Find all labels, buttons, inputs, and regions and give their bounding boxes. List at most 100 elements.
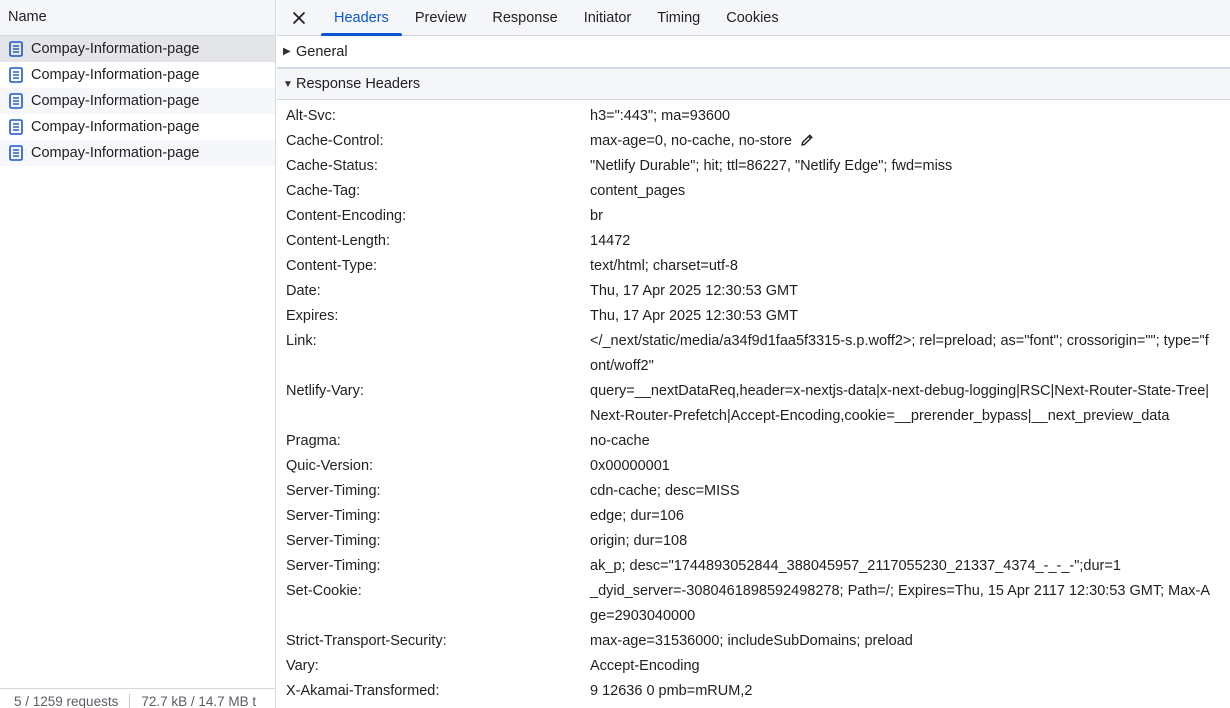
request-row[interactable]: Compay-Information-page xyxy=(0,88,275,114)
header-row: Content-Encoding: br xyxy=(277,204,1230,229)
header-name: Set-Cookie: xyxy=(286,583,362,599)
document-icon xyxy=(9,145,23,161)
header-name: Link: xyxy=(286,333,317,349)
header-value: max-age=0, no-cache, no-store xyxy=(590,129,1215,154)
response-headers-list: Alt-Svc: h3=":443"; ma=93600 Cache-Contro… xyxy=(277,100,1230,704)
request-name: Compay-Information-page xyxy=(31,41,200,57)
header-value: max-age=31536000; includeSubDomains; pre… xyxy=(590,633,913,649)
header-row: Server-Timing: cdn-cache; desc=MISS xyxy=(277,479,1230,504)
tab-response[interactable]: Response xyxy=(479,0,570,35)
header-value: edge; dur=106 xyxy=(590,508,684,524)
request-row[interactable]: Compay-Information-page xyxy=(0,62,275,88)
header-name: Server-Timing: xyxy=(286,483,381,499)
header-name: X-Akamai-Transformed: xyxy=(286,683,440,699)
header-value: text/html; charset=utf-8 xyxy=(590,258,738,274)
status-divider xyxy=(129,693,131,708)
collapse-triangle-icon: ▼ xyxy=(283,78,293,90)
header-row: Content-Length: 14472 xyxy=(277,229,1230,254)
header-name: Pragma: xyxy=(286,433,341,449)
document-icon xyxy=(9,67,23,83)
header-row: Cache-Tag: content_pages xyxy=(277,179,1230,204)
header-value: h3=":443"; ma=93600 xyxy=(590,108,731,124)
request-name: Compay-Information-page xyxy=(31,67,200,83)
header-name: Cache-Tag: xyxy=(286,183,361,199)
header-row: Netlify-Vary: query=__nextDataReq,header=… xyxy=(277,379,1230,429)
header-name: Strict-Transport-Security: xyxy=(286,633,447,649)
header-row: Link: </_next/static/media/a34f9d1faa5f33… xyxy=(277,329,1230,379)
tab-headers[interactable]: Headers xyxy=(321,0,402,36)
header-row: Quic-Version: 0x00000001 xyxy=(277,454,1230,479)
tab-preview[interactable]: Preview xyxy=(402,0,480,35)
request-row[interactable]: Compay-Information-page xyxy=(0,140,275,166)
header-value: cdn-cache; desc=MISS xyxy=(590,483,740,499)
response-headers-section-toggle[interactable]: ▼ Response Headers xyxy=(277,68,1230,100)
document-icon xyxy=(9,119,23,135)
header-row: Set-Cookie: _dyid_server=-308046189859249… xyxy=(277,579,1230,629)
header-row: Cache-Status: "Netlify Durable"; hit; ttl… xyxy=(277,154,1230,179)
header-value: origin; dur=108 xyxy=(590,533,688,549)
header-row: X-Akamai-Transformed: 9 12636 0 pmb=mRUM,… xyxy=(277,679,1230,704)
header-value: no-cache xyxy=(590,433,650,449)
header-row: Cache-Control: max-age=0, no-cache, no-st… xyxy=(277,129,1230,154)
transferred-size: 72.7 kB / 14.7 MB t xyxy=(141,694,257,708)
header-row: Server-Timing: edge; dur=106 xyxy=(277,504,1230,529)
pencil-icon[interactable] xyxy=(800,133,814,147)
document-icon xyxy=(9,93,23,109)
header-name: Vary: xyxy=(286,658,319,674)
tab-timing[interactable]: Timing xyxy=(644,0,713,35)
header-name: Quic-Version: xyxy=(286,458,374,474)
header-name: Server-Timing: xyxy=(286,533,381,549)
header-value-text: max-age=0, no-cache, no-store xyxy=(590,133,792,149)
close-details-button[interactable] xyxy=(277,0,321,35)
tab-cookies[interactable]: Cookies xyxy=(713,0,791,35)
header-row: Content-Type: text/html; charset=utf-8 xyxy=(277,254,1230,279)
header-name: Content-Encoding: xyxy=(286,208,407,224)
header-name: Netlify-Vary: xyxy=(286,383,364,399)
header-name: Cache-Status: xyxy=(286,158,378,174)
header-row: Server-Timing: ak_p; desc="1744893052844_… xyxy=(277,554,1230,579)
header-row: Date: Thu, 17 Apr 2025 12:30:53 GMT xyxy=(277,279,1230,304)
request-name: Compay-Information-page xyxy=(31,145,200,161)
response-headers-section-title: Response Headers xyxy=(296,76,421,92)
header-value: _dyid_server=-3080461898592498278; Path=… xyxy=(590,583,1211,624)
name-column-header[interactable]: Name xyxy=(0,0,275,36)
request-name: Compay-Information-page xyxy=(31,93,200,109)
header-name: Expires: xyxy=(286,308,339,324)
general-section-toggle[interactable]: ▶ General xyxy=(277,36,1230,68)
header-name: Content-Type: xyxy=(286,258,378,274)
header-name: Date: xyxy=(286,283,321,299)
tab-initiator[interactable]: Initiator xyxy=(571,0,645,35)
header-value: Accept-Encoding xyxy=(590,658,700,674)
header-row: Strict-Transport-Security: max-age=315360… xyxy=(277,629,1230,654)
expand-triangle-icon: ▶ xyxy=(283,46,291,57)
header-name: Content-Length: xyxy=(286,233,390,249)
header-value: content_pages xyxy=(590,183,686,199)
request-details-panel: Headers Preview Response Initiator Timin… xyxy=(277,0,1230,708)
request-list-panel: Name Compay-Information-page Compay-Info… xyxy=(0,0,276,708)
request-name: Compay-Information-page xyxy=(31,119,200,135)
header-name: Server-Timing: xyxy=(286,508,381,524)
header-row: Pragma: no-cache xyxy=(277,429,1230,454)
request-row[interactable]: Compay-Information-page xyxy=(0,114,275,140)
request-count: 5 / 1259 requests xyxy=(14,694,119,708)
header-row: Server-Timing: origin; dur=108 xyxy=(277,529,1230,554)
header-value: Thu, 17 Apr 2025 12:30:53 GMT xyxy=(590,283,798,299)
document-icon xyxy=(9,41,23,57)
request-row[interactable]: Compay-Information-page xyxy=(0,36,275,62)
header-name: Server-Timing: xyxy=(286,558,381,574)
header-row: Vary: Accept-Encoding xyxy=(277,654,1230,679)
header-value: 9 12636 0 pmb=mRUM,2 xyxy=(590,683,753,699)
header-name: Cache-Control: xyxy=(286,133,384,149)
header-row: Alt-Svc: h3=":443"; ma=93600 xyxy=(277,104,1230,129)
header-value: </_next/static/media/a34f9d1faa5f3315-s.… xyxy=(590,333,1209,374)
header-value: br xyxy=(590,208,603,224)
header-value: Thu, 17 Apr 2025 12:30:53 GMT xyxy=(590,308,798,324)
general-section-title: General xyxy=(296,43,348,60)
request-list: Compay-Information-page Compay-Informati… xyxy=(0,36,275,166)
header-value: 14472 xyxy=(590,233,631,249)
header-value: query=__nextDataReq,header=x-nextjs-data… xyxy=(590,383,1210,424)
header-value: "Netlify Durable"; hit; ttl=86227, "Netl… xyxy=(590,158,953,174)
details-tabbar: Headers Preview Response Initiator Timin… xyxy=(277,0,1230,36)
close-icon xyxy=(292,11,306,24)
header-value: ak_p; desc="1744893052844_388045957_2117… xyxy=(590,558,1121,574)
